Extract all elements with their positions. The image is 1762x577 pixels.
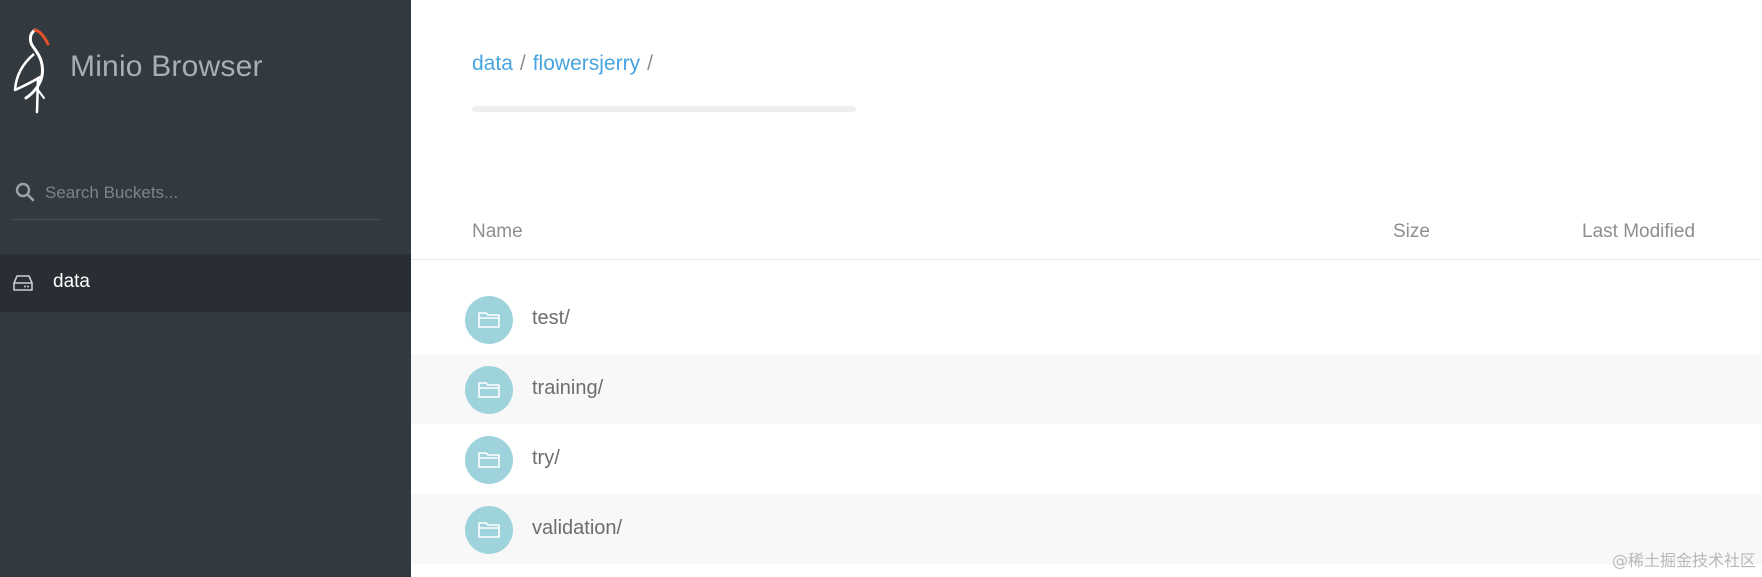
bucket-search xyxy=(13,178,379,220)
table-row[interactable]: test/ xyxy=(411,284,1762,354)
bucket-item-data[interactable]: data xyxy=(0,254,411,312)
breadcrumb-folder-link[interactable]: flowersjerry xyxy=(533,52,640,75)
sidebar: Minio Browser data xyxy=(0,0,411,577)
breadcrumb-bucket-link[interactable]: data xyxy=(472,52,513,75)
main-content: data / flowersjerry / Name Size Last Modifi… xyxy=(411,0,1762,577)
folder-icon xyxy=(465,506,513,554)
watermark: @稀土掘金技术社区 xyxy=(1611,551,1756,570)
table-row[interactable]: try/ xyxy=(411,424,1762,494)
table-row[interactable]: training/ xyxy=(411,354,1762,424)
file-name: try/ xyxy=(532,447,560,469)
file-name: test/ xyxy=(532,307,570,329)
table-row[interactable]: validation/ xyxy=(411,494,1762,564)
column-header-name[interactable]: Name xyxy=(472,221,523,243)
breadcrumb-separator: / xyxy=(647,52,653,75)
minio-logo-icon xyxy=(13,28,50,114)
folder-icon xyxy=(465,296,513,344)
bucket-label: data xyxy=(53,271,90,292)
hard-drive-icon xyxy=(13,275,33,291)
folder-icon xyxy=(465,366,513,414)
folder-icon xyxy=(465,436,513,484)
search-icon xyxy=(15,182,35,202)
column-header-last-modified[interactable]: Last Modified xyxy=(1582,221,1695,243)
file-name: validation/ xyxy=(532,517,623,539)
breadcrumb-separator: / xyxy=(519,52,526,75)
file-name: training/ xyxy=(532,377,604,399)
file-table-header: Name Size Last Modified xyxy=(411,212,1762,260)
breadcrumb: data / flowersjerry / xyxy=(472,52,660,76)
storage-usage-bar xyxy=(472,106,856,112)
app-title: Minio Browser xyxy=(70,50,263,83)
search-buckets-input[interactable] xyxy=(45,178,375,208)
column-header-size[interactable]: Size xyxy=(1393,221,1430,243)
